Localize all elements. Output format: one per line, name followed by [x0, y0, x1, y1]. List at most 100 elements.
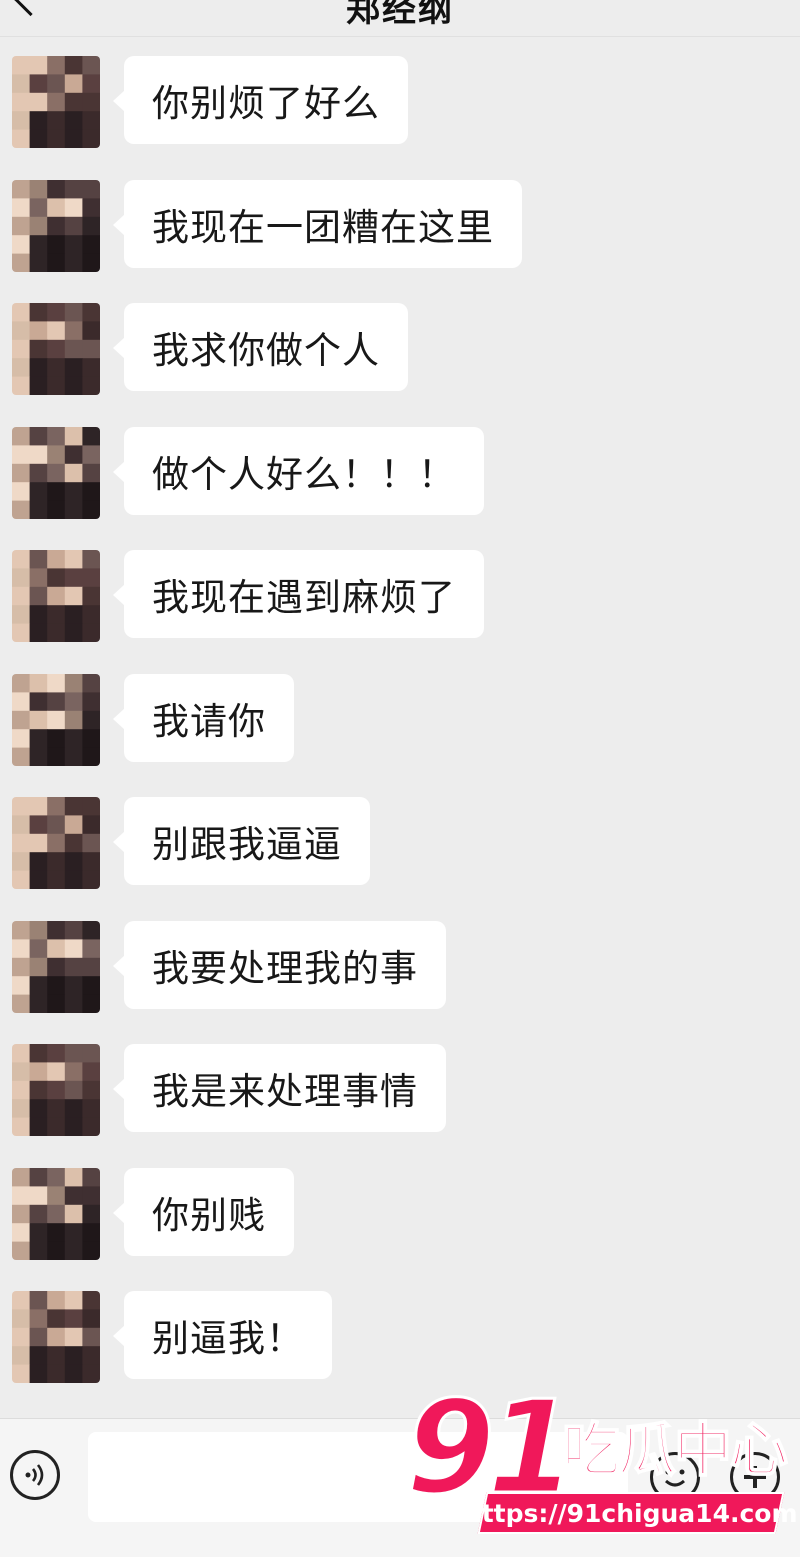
avatar-pixel: [64, 444, 83, 464]
message-bubble[interactable]: 我是来处理事情: [113, 1044, 446, 1132]
avatar-pixel: [29, 74, 48, 94]
avatar-pixel: [82, 920, 100, 940]
avatar-pixel: [64, 957, 83, 977]
avatar-pixel: [29, 500, 48, 519]
avatar-pixel: [82, 870, 100, 889]
avatar-pixel: [82, 623, 100, 642]
avatar[interactable]: [12, 426, 100, 519]
avatar-pixel: [12, 1167, 31, 1187]
avatar-pixel: [47, 1309, 66, 1329]
avatar-pixel: [47, 321, 66, 341]
avatar-pixel: [47, 481, 66, 501]
avatar-pixel: [47, 975, 66, 995]
avatar-pixel: [29, 92, 48, 112]
avatar-pixel: [82, 1241, 100, 1260]
avatar-pixel: [64, 129, 83, 148]
message-bubble[interactable]: 你别贱: [113, 1167, 294, 1256]
message-bubble[interactable]: 我现在一团糟在这里: [113, 179, 522, 268]
watermark-url-text: https://91chigua14.com: [464, 1498, 798, 1528]
avatar-pixel: [82, 994, 100, 1013]
message-bubble[interactable]: 你别烦了好么: [113, 56, 408, 144]
avatar-pixel: [47, 994, 66, 1013]
avatar-pixel: [47, 1364, 66, 1383]
watermark-url: https://91chigua14.com: [464, 1492, 798, 1534]
avatar-pixel: [29, 1204, 48, 1224]
avatar-pixel: [29, 56, 48, 75]
avatar-pixel: [12, 179, 31, 199]
avatar[interactable]: [12, 303, 100, 395]
avatar-pixel: [47, 303, 66, 322]
avatar-pixel: [47, 376, 66, 395]
message-bubble[interactable]: 我求你做个人: [113, 303, 408, 391]
avatar-pixel: [82, 1185, 100, 1205]
avatar-pixel: [12, 74, 31, 94]
avatar-pixel: [47, 358, 66, 378]
avatar-pixel: [82, 216, 100, 236]
voice-icon[interactable]: [10, 1450, 60, 1500]
avatar-pixel: [64, 673, 83, 693]
avatar-pixel: [82, 56, 100, 75]
pixelated-avatar-image: [12, 179, 100, 272]
message-row: 别跟我逼逼: [0, 797, 800, 897]
avatar-pixel: [82, 1309, 100, 1329]
avatar-pixel: [47, 234, 66, 254]
message-row: 你别贱: [0, 1167, 800, 1268]
avatar-pixel: [29, 1327, 48, 1347]
avatar-pixel: [12, 710, 31, 730]
avatar-pixel: [12, 444, 31, 464]
avatar[interactable]: [12, 1044, 100, 1136]
avatar-pixel: [29, 321, 48, 341]
avatar-pixel: [29, 111, 48, 131]
avatar-pixel: [64, 111, 83, 131]
avatar[interactable]: [12, 920, 100, 1013]
avatar-pixel: [47, 938, 66, 958]
avatar-pixel: [82, 234, 100, 254]
watermark-text: 吃瓜中心: [561, 1416, 789, 1484]
avatar-pixel: [64, 728, 83, 748]
avatar-pixel: [12, 463, 31, 483]
avatar[interactable]: [12, 797, 100, 889]
avatar-pixel: [12, 994, 31, 1013]
avatar-pixel: [12, 1204, 31, 1224]
message-bubble[interactable]: 别跟我逼逼: [113, 797, 370, 885]
avatar-pixel: [29, 253, 48, 272]
avatar-pixel: [82, 1204, 100, 1224]
watermark-logo: 91 吃瓜中心 https://91chigua14.com: [400, 1383, 800, 1555]
avatar[interactable]: [12, 56, 100, 148]
avatar[interactable]: [12, 1291, 100, 1383]
avatar[interactable]: [12, 673, 100, 766]
avatar[interactable]: [12, 179, 100, 272]
avatar-pixel: [29, 550, 48, 569]
avatar-pixel: [12, 500, 31, 519]
avatar-pixel: [47, 56, 66, 75]
avatar-pixel: [29, 1117, 48, 1136]
avatar[interactable]: [12, 1167, 100, 1260]
avatar-pixel: [12, 1327, 31, 1347]
avatar-pixel: [64, 481, 83, 501]
avatar-pixel: [29, 1080, 48, 1100]
avatar-pixel: [29, 938, 48, 958]
avatar-pixel: [82, 111, 100, 131]
avatar-pixel: [47, 1222, 66, 1242]
avatar-pixel: [64, 1099, 83, 1119]
avatar-pixel: [12, 568, 31, 588]
message-bubble[interactable]: 我要处理我的事: [113, 920, 446, 1009]
avatar-pixel: [64, 550, 83, 569]
avatar-pixel: [82, 710, 100, 730]
avatar-pixel: [12, 975, 31, 995]
avatar-pixel: [47, 1117, 66, 1136]
avatar-pixel: [82, 321, 100, 341]
avatar-pixel: [12, 197, 31, 217]
avatar-pixel: [12, 321, 31, 341]
avatar-pixel: [64, 920, 83, 940]
avatar-pixel: [12, 1291, 31, 1310]
avatar-pixel: [64, 691, 83, 711]
avatar[interactable]: [12, 550, 100, 642]
avatar-pixel: [29, 870, 48, 889]
message-bubble[interactable]: 做个人好么！！！: [113, 426, 484, 515]
message-bubble[interactable]: 我请你: [113, 673, 294, 762]
message-bubble[interactable]: 我现在遇到麻烦了: [113, 550, 484, 638]
message-row: 我要处理我的事: [0, 920, 800, 1021]
avatar-pixel: [64, 303, 83, 322]
message-bubble[interactable]: 别逼我！: [113, 1291, 332, 1379]
